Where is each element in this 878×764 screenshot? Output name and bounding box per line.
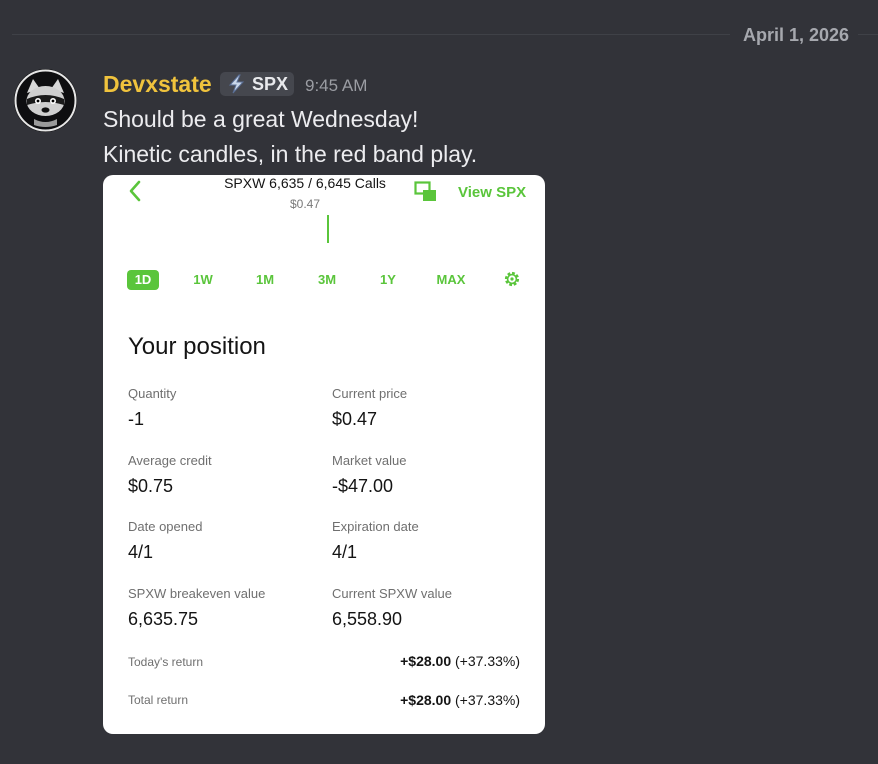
field-value: 4/1 (128, 542, 154, 562)
todays-return-amount: +$28.00 (400, 653, 452, 669)
field-label: Average credit (128, 453, 212, 468)
range-tab-1y: 1Y (380, 272, 396, 287)
date-divider-line (12, 34, 730, 35)
field-value: -$47.00 (332, 476, 394, 496)
range-tab-1w: 1W (193, 272, 213, 287)
message-timestamp[interactable]: 9:45 AM (305, 75, 367, 97)
view-spx-link: View SPX (458, 184, 527, 201)
contract-title: SPXW 6,635 / 6,645 Calls (224, 175, 386, 191)
lightning-icon (228, 74, 245, 94)
field-value: $0.47 (332, 409, 378, 429)
field-value: $0.75 (128, 476, 174, 496)
avatar[interactable] (14, 69, 77, 132)
field-value: 6,558.90 (332, 609, 403, 629)
range-tab-1m: 1M (255, 272, 275, 287)
section-title: Your position (128, 333, 266, 360)
date-divider-line (858, 34, 878, 35)
field-label: Market value (332, 453, 407, 468)
total-return-percent: (+37.33%) (455, 692, 520, 708)
field-label: Current price (332, 386, 408, 401)
field-label: Date opened (128, 519, 203, 534)
total-return-amount: +$28.00 (400, 692, 452, 708)
field-value: 6,635.75 (128, 609, 199, 629)
range-tab-1d: 1D (127, 270, 159, 290)
range-tab-max: MAX (436, 272, 466, 287)
raccoon-avatar-icon (14, 69, 77, 132)
message-text-line: Kinetic candles, in the red band play. (103, 141, 478, 167)
image-attachment[interactable]: SPXW 6,635 / 6,645 Calls $0.47 View SPX … (103, 175, 545, 734)
field-value: 4/1 (332, 542, 358, 562)
gear-icon (504, 271, 520, 287)
price-chart-line (327, 215, 329, 243)
date-divider-label: April 1, 2026 (742, 25, 850, 45)
todays-return-label: Today's return (128, 655, 203, 669)
field-label: Current SPXW value (332, 586, 452, 601)
field-label: SPXW breakeven value (128, 586, 266, 601)
total-return-value: +$28.00 (+37.33%) (400, 692, 520, 708)
message-text-line: Should be a great Wednesday! (103, 106, 419, 132)
todays-return-percent: (+37.33%) (455, 653, 520, 669)
role-tag-label: SPX (252, 74, 289, 94)
contract-price: $0.47 (289, 197, 321, 211)
todays-return-value: +$28.00 (+37.33%) (400, 653, 520, 669)
picture-in-picture-icon (414, 181, 436, 201)
range-tab-3m: 3M (317, 272, 337, 287)
author-name[interactable]: Devxstate (103, 70, 212, 98)
field-label: Expiration date (332, 519, 419, 534)
chat-channel: April 1, 2026 Devxstate SPX 9:45 AM Shou… (0, 0, 878, 764)
role-tag[interactable]: SPX (220, 72, 295, 96)
field-label: Quantity (128, 386, 177, 401)
field-value: -1 (128, 409, 145, 429)
total-return-label: Total return (128, 693, 189, 707)
